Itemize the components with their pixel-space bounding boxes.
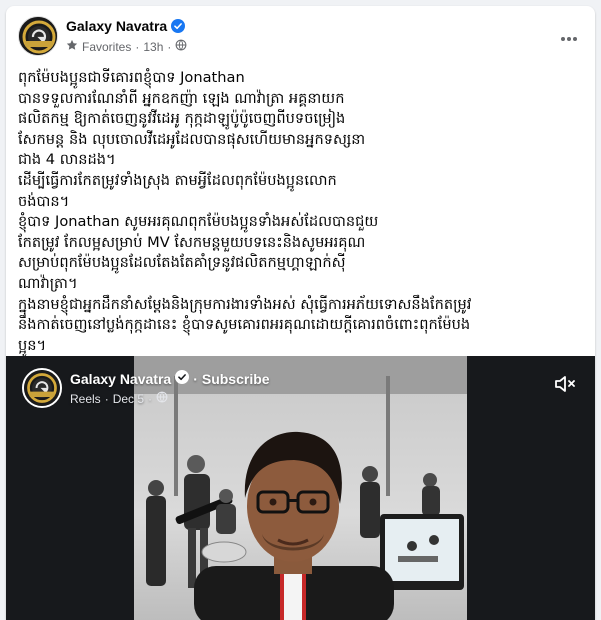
more-options-button[interactable] (553, 20, 585, 52)
post-text-line: ផលិតកម្ម ឱ្យកាត់ចេញនូវវីដេអូ កុក្កដាឡូប៉… (18, 110, 346, 128)
reel-type-label[interactable]: Reels (70, 392, 101, 406)
speaker-muted-icon (553, 372, 577, 400)
post-text: ពុកម៉ែបងប្អូនជាទីគោរពខ្ញុំបាទ Jonathan ប… (18, 68, 583, 356)
post-card: Galaxy Navatra Favorites · 13h · ពុកម៉ែប… (6, 6, 595, 620)
meta-separator: · (167, 39, 172, 54)
post-text-line: ខ្ញុំបាទ Jonathan សូមអរគុណពុកម៉ែបងប្អូនទ… (18, 213, 379, 231)
video-frame[interactable] (134, 356, 467, 620)
subscribe-button[interactable]: Subscribe (202, 371, 270, 387)
post-text-line: ក្នុងនាមខ្ញុំជាអ្នកដឹកនាំសម្តែងនិងក្រុមក… (18, 295, 472, 313)
more-dots-icon (560, 27, 578, 46)
verified-badge-icon (175, 370, 190, 387)
page-avatar[interactable] (18, 16, 58, 56)
reel-separator: · (148, 391, 153, 406)
globe-icon (175, 39, 187, 54)
post-header: Galaxy Navatra Favorites · 13h · (6, 6, 595, 66)
verified-badge-icon (171, 19, 186, 36)
post-text-line: ដើម្បីធ្វើការកែតម្រូវទាំងស្រុង តាមអ្វីដែ… (18, 171, 337, 189)
post-text-line: នឹងកាត់ចេញនៅប្លង់កុក្កដានេះ ខ្ញុំបាទសូមគ… (18, 316, 471, 334)
post-text-line: ចង់បាន។ (18, 192, 70, 210)
reel-date[interactable]: Dec 5 (113, 392, 144, 406)
post-text-line: សម្រាប់ពុកម៉ែបងប្អូនដែលតែងតែគាំទ្រនូវផលិ… (18, 254, 346, 272)
reel-video-player[interactable]: Galaxy Navatra · Subscribe Reels · Dec 5… (6, 356, 595, 620)
post-meta: Favorites · 13h · (66, 39, 187, 54)
star-icon (66, 39, 78, 54)
post-text-line: បានទទួលការណែនាំពី អ្នកឧកញ៉ា ឡេង ណាវ៉ាត្រ… (18, 89, 345, 107)
post-time[interactable]: 13h (143, 40, 163, 54)
reel-page-name[interactable]: Galaxy Navatra (70, 371, 171, 387)
reel-header: Galaxy Navatra · Subscribe (70, 370, 270, 387)
reel-meta: Reels · Dec 5 · (70, 391, 168, 406)
video-thumbnail-image (134, 356, 467, 620)
post-text-line: ពុកម៉ែបងប្អូនជាទីគោរពខ្ញុំបាទ Jonathan (18, 69, 245, 86)
reel-separator: · (104, 391, 109, 406)
page-name[interactable]: Galaxy Navatra (66, 18, 186, 36)
mute-toggle-button[interactable] (551, 372, 579, 400)
meta-separator: · (135, 39, 140, 54)
post-text-line: ណាវ៉ាត្រា។ (18, 274, 78, 292)
reel-page-avatar[interactable] (22, 368, 62, 408)
globe-icon (156, 391, 168, 406)
reel-separator: · (193, 370, 198, 387)
post-text-line: ជាង 4 លានដង។ (18, 151, 116, 169)
post-text-line: សែកមន្ត និង លុបចោលវីដេអូដែលបានផុសហើយមានអ… (18, 130, 366, 148)
post-text-line: ប្អូន។ (18, 336, 47, 354)
audience-label[interactable]: Favorites (82, 40, 131, 54)
post-text-line: កែតម្រូវ កែលម្អសម្រាប់ MV សែកមន្តមួយបទនេ… (18, 233, 366, 251)
page-name-text[interactable]: Galaxy Navatra (66, 18, 167, 34)
